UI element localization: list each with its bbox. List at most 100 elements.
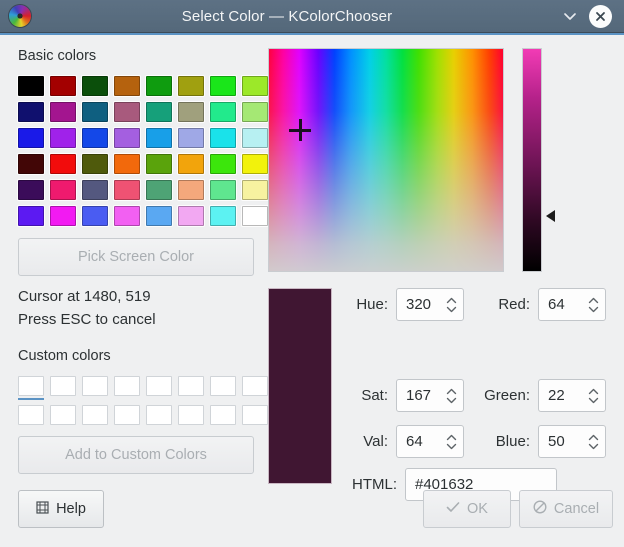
basic-color-swatch[interactable] [242, 180, 268, 200]
sat-spinbox[interactable]: 167 [396, 379, 464, 412]
basic-color-swatch[interactable] [178, 180, 204, 200]
red-stepper-icon[interactable] [585, 297, 605, 313]
val-spinbox[interactable]: 64 [396, 425, 464, 458]
window-title: Select Color — KColorChooser [181, 7, 393, 25]
basic-color-swatch[interactable] [146, 102, 172, 122]
basic-color-swatch[interactable] [50, 180, 76, 200]
basic-color-swatch[interactable] [210, 206, 236, 226]
ok-button-label: OK [467, 501, 488, 517]
basic-color-swatch[interactable] [146, 76, 172, 96]
ok-button[interactable]: OK [423, 490, 511, 528]
basic-colors-grid[interactable] [18, 76, 268, 226]
custom-color-swatch[interactable] [242, 376, 268, 396]
basic-color-swatch[interactable] [114, 206, 140, 226]
basic-color-swatch[interactable] [18, 180, 44, 200]
basic-color-swatch[interactable] [114, 76, 140, 96]
basic-color-swatch[interactable] [178, 102, 204, 122]
basic-color-swatch[interactable] [178, 128, 204, 148]
basic-color-swatch[interactable] [146, 206, 172, 226]
basic-color-swatch[interactable] [178, 154, 204, 174]
green-spinbox[interactable]: 22 [538, 379, 606, 412]
sat-label: Sat: [361, 387, 388, 404]
value-slider[interactable] [522, 48, 542, 272]
custom-color-swatch[interactable] [146, 405, 172, 425]
custom-color-swatch[interactable] [210, 405, 236, 425]
custom-color-swatch[interactable] [114, 405, 140, 425]
basic-color-swatch[interactable] [82, 76, 108, 96]
basic-color-swatch[interactable] [114, 180, 140, 200]
custom-color-swatch[interactable] [242, 405, 268, 425]
basic-color-swatch[interactable] [18, 206, 44, 226]
hue-saturation-picker[interactable] [268, 48, 504, 272]
blue-stepper-icon[interactable] [585, 434, 605, 450]
red-spinbox[interactable]: 64 [538, 288, 606, 321]
basic-color-swatch[interactable] [210, 128, 236, 148]
basic-color-swatch[interactable] [210, 154, 236, 174]
custom-color-swatch[interactable] [114, 376, 140, 396]
help-button[interactable]: Help [18, 490, 104, 528]
basic-color-swatch[interactable] [242, 76, 268, 96]
basic-color-swatch[interactable] [82, 206, 108, 226]
green-stepper-icon[interactable] [585, 388, 605, 404]
basic-color-swatch[interactable] [82, 102, 108, 122]
basic-color-swatch[interactable] [178, 76, 204, 96]
basic-color-swatch[interactable] [178, 206, 204, 226]
basic-color-swatch[interactable] [50, 128, 76, 148]
value-slider-handle-icon[interactable] [546, 210, 555, 222]
custom-color-swatch[interactable] [18, 405, 44, 425]
no-entry-icon [533, 500, 547, 518]
esc-cancel-hint: Press ESC to cancel [18, 311, 156, 328]
blue-spinbox[interactable]: 50 [538, 425, 606, 458]
basic-color-swatch[interactable] [18, 76, 44, 96]
chevron-down-icon[interactable] [555, 1, 585, 31]
custom-color-swatch[interactable] [50, 405, 76, 425]
hue-stepper-icon[interactable] [443, 297, 463, 313]
pick-screen-color-button[interactable]: Pick Screen Color [18, 238, 254, 276]
custom-colors-label: Custom colors [18, 348, 111, 364]
help-button-label: Help [56, 501, 86, 517]
sat-stepper-icon[interactable] [443, 388, 463, 404]
html-label: HTML: [352, 476, 397, 493]
basic-color-swatch[interactable] [114, 128, 140, 148]
val-value: 64 [406, 433, 423, 450]
basic-color-swatch[interactable] [210, 180, 236, 200]
basic-color-swatch[interactable] [50, 102, 76, 122]
basic-color-swatch[interactable] [82, 180, 108, 200]
basic-color-swatch[interactable] [146, 154, 172, 174]
custom-color-swatch[interactable] [82, 376, 108, 396]
window-titlebar[interactable]: Select Color — KColorChooser [0, 0, 624, 33]
basic-color-swatch[interactable] [146, 180, 172, 200]
cancel-button[interactable]: Cancel [519, 490, 613, 528]
basic-color-swatch[interactable] [114, 102, 140, 122]
custom-color-swatch[interactable] [50, 376, 76, 396]
basic-color-swatch[interactable] [82, 154, 108, 174]
sat-value: 167 [406, 387, 432, 404]
custom-color-swatch[interactable] [210, 376, 236, 396]
custom-color-swatch[interactable] [18, 376, 44, 400]
basic-color-swatch[interactable] [242, 206, 268, 226]
basic-color-swatch[interactable] [18, 128, 44, 148]
add-to-custom-colors-button[interactable]: Add to Custom Colors [18, 436, 254, 474]
custom-color-swatch[interactable] [178, 376, 204, 396]
hue-label: Hue: [356, 296, 388, 313]
val-stepper-icon[interactable] [443, 434, 463, 450]
basic-color-swatch[interactable] [146, 128, 172, 148]
basic-color-swatch[interactable] [242, 128, 268, 148]
basic-color-swatch[interactable] [50, 206, 76, 226]
close-button[interactable] [585, 1, 615, 31]
custom-color-swatch[interactable] [82, 405, 108, 425]
basic-color-swatch[interactable] [50, 154, 76, 174]
basic-color-swatch[interactable] [18, 102, 44, 122]
basic-color-swatch[interactable] [242, 102, 268, 122]
custom-colors-grid[interactable] [18, 376, 268, 425]
basic-color-swatch[interactable] [50, 76, 76, 96]
custom-color-swatch[interactable] [178, 405, 204, 425]
basic-color-swatch[interactable] [82, 128, 108, 148]
basic-color-swatch[interactable] [242, 154, 268, 174]
custom-color-swatch[interactable] [146, 376, 172, 396]
hue-spinbox[interactable]: 320 [396, 288, 464, 321]
basic-color-swatch[interactable] [114, 154, 140, 174]
basic-color-swatch[interactable] [210, 102, 236, 122]
basic-color-swatch[interactable] [210, 76, 236, 96]
basic-color-swatch[interactable] [18, 154, 44, 174]
